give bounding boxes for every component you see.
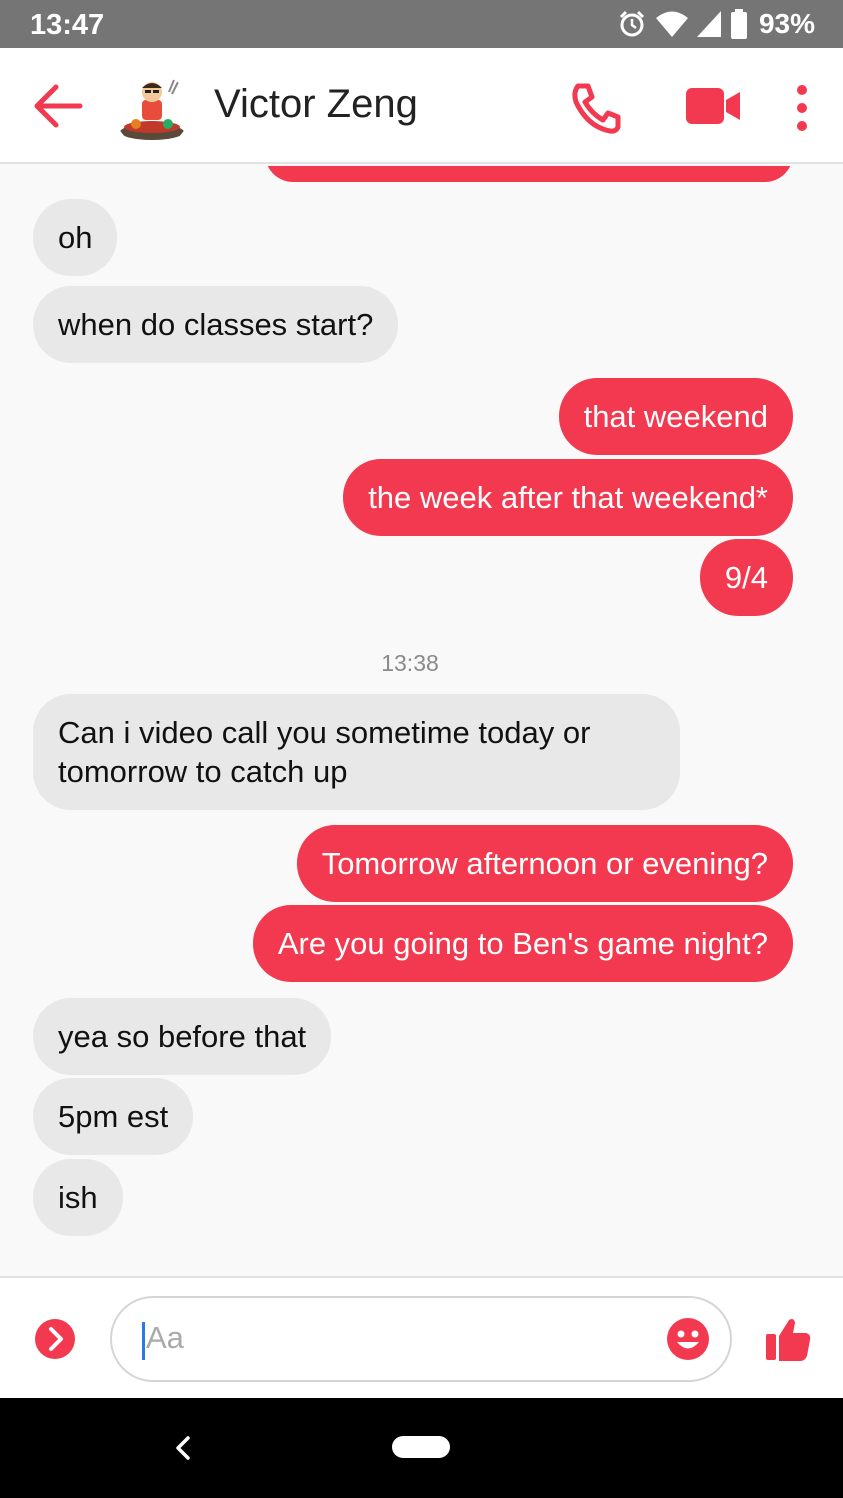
nav-home-pill[interactable]: [392, 1436, 450, 1458]
message-bubble-outgoing[interactable]: Tomorrow afternoon or evening?: [296, 825, 793, 902]
message-bubble-incoming[interactable]: ish: [33, 1159, 123, 1236]
system-navigation-bar: [0, 1398, 843, 1498]
timestamp: 13:38: [381, 650, 439, 676]
nav-back-icon[interactable]: [170, 1434, 194, 1462]
message-bubble-outgoing[interactable]: the week after that weekend*: [343, 459, 793, 536]
signal-icon: [696, 11, 721, 37]
battery-percent: 93%: [758, 8, 815, 39]
message-bubble-incoming[interactable]: Can i video call you sometime today or t…: [33, 694, 681, 810]
message-bubble-outgoing-partial: [265, 166, 793, 182]
status-time: 13:47: [30, 9, 105, 41]
wifi-icon: [655, 11, 688, 37]
message-list[interactable]: oh when do classes start? that weekend t…: [0, 166, 843, 1276]
emoji-icon[interactable]: [666, 1317, 710, 1361]
bitmoji-avatar-icon: [114, 72, 190, 148]
message-bubble-incoming[interactable]: yea so before that: [33, 998, 332, 1075]
expand-icon[interactable]: [34, 1318, 76, 1360]
video-camera-icon[interactable]: [684, 86, 742, 126]
back-arrow-icon[interactable]: [30, 82, 84, 130]
status-icons: 93%: [617, 8, 815, 40]
more-vert-icon[interactable]: [790, 84, 814, 132]
phone-icon[interactable]: [570, 82, 622, 134]
alarm-icon: [619, 10, 645, 37]
message-bubble-outgoing[interactable]: 9/4: [699, 539, 793, 616]
text-cursor: [142, 1322, 145, 1360]
message-bubble-outgoing[interactable]: that weekend: [558, 378, 793, 455]
contact-name[interactable]: Victor Zeng: [214, 82, 418, 127]
thumbs-up-icon[interactable]: [764, 1316, 812, 1362]
status-bar: 13:47 93%: [0, 0, 843, 48]
conversation-header: Victor Zeng: [0, 48, 843, 164]
message-composer: Aa: [0, 1276, 843, 1398]
message-bubble-outgoing[interactable]: Are you going to Ben's game night?: [252, 905, 793, 982]
message-bubble-incoming[interactable]: oh: [33, 199, 118, 276]
message-bubble-incoming[interactable]: 5pm est: [33, 1078, 194, 1155]
avatar[interactable]: [114, 72, 190, 148]
message-input-placeholder: Aa: [146, 1320, 184, 1355]
battery-icon: [730, 9, 747, 39]
message-bubble-incoming[interactable]: when do classes start?: [33, 286, 399, 363]
message-input[interactable]: Aa: [110, 1296, 732, 1382]
